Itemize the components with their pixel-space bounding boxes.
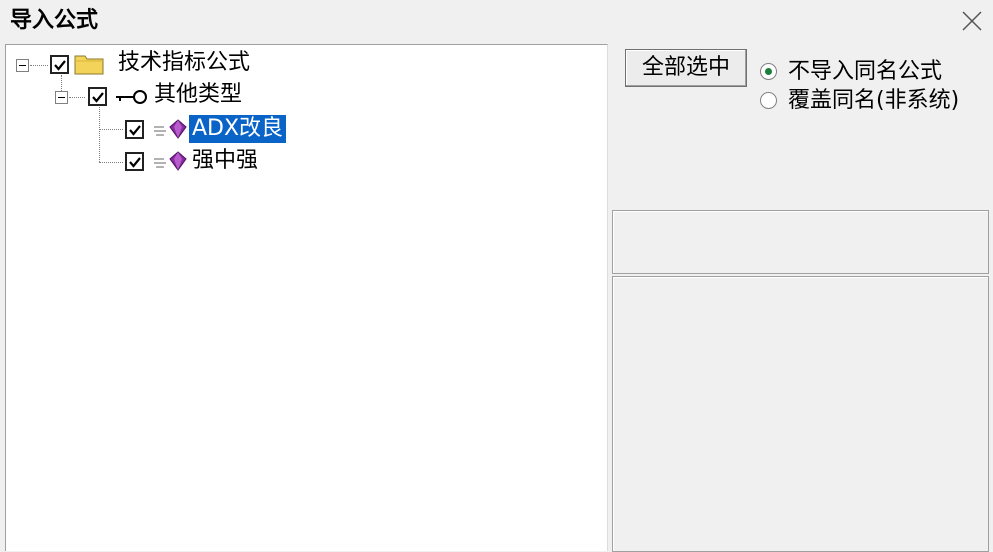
close-button[interactable] [957, 6, 987, 36]
group-checkbox[interactable] [88, 87, 107, 106]
group-label[interactable]: 其他类型 [154, 81, 242, 109]
import-formula-dialog: 导入公式 技术指标公式 其他类型 ADX改良 强中强 全部选中 不导入同名公式 … [0, 0, 993, 552]
tree-connector [30, 65, 48, 66]
tree-connector [99, 107, 100, 162]
root-checkbox[interactable] [50, 55, 69, 74]
formula-gem-icon [154, 119, 187, 139]
key-icon [116, 90, 147, 104]
item-checkbox[interactable] [125, 152, 144, 171]
formula-tree[interactable]: 技术指标公式 其他类型 ADX改良 强中强 [5, 44, 608, 551]
tree-item-label[interactable]: ADX改良 [189, 115, 287, 143]
options-panel: 全部选中 不导入同名公式 覆盖同名(非系统) [608, 44, 993, 552]
radio-label: 覆盖同名(非系统) [788, 88, 960, 113]
check-icon [54, 60, 66, 71]
dialog-title: 导入公式 [10, 8, 99, 33]
tree-connector [69, 97, 85, 98]
tree-connector [99, 162, 123, 163]
tree-connector [99, 129, 123, 130]
radio-indicator[interactable] [760, 63, 777, 80]
radio-indicator[interactable] [760, 92, 777, 109]
tree-connector [61, 75, 62, 91]
check-icon [129, 157, 141, 168]
formula-gem-icon [154, 151, 187, 171]
info-box [612, 210, 989, 274]
select-all-button[interactable]: 全部选中 [625, 49, 747, 87]
tree-item-label[interactable]: 强中强 [192, 147, 258, 175]
title-bar: 导入公式 [0, 0, 993, 42]
root-collapse-toggle[interactable] [16, 59, 29, 72]
check-icon [129, 125, 141, 136]
radio-label: 不导入同名公式 [788, 59, 943, 84]
folder-icon [74, 55, 104, 75]
description-box [612, 276, 989, 552]
close-icon [962, 11, 982, 31]
group-collapse-toggle[interactable] [55, 91, 68, 104]
root-label[interactable]: 技术指标公式 [118, 49, 250, 77]
item-checkbox[interactable] [125, 120, 144, 139]
check-icon [92, 92, 104, 103]
